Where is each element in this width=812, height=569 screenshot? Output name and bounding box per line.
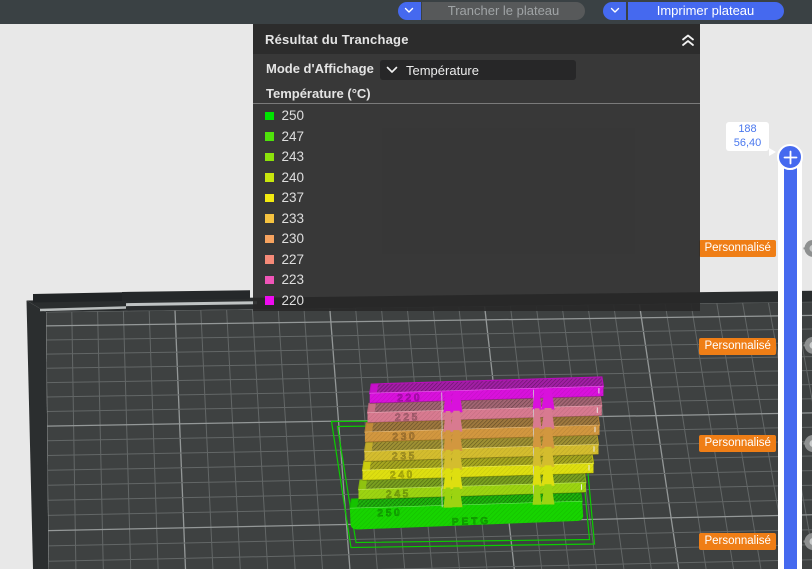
svg-text:235: 235 [392,450,417,463]
svg-text:225: 225 [395,411,420,424]
svg-text:PETG: PETG [452,516,492,528]
svg-text:240: 240 [390,469,415,482]
svg-text:220: 220 [397,392,422,405]
svg-text:250: 250 [377,507,402,520]
svg-text:230: 230 [392,431,417,444]
svg-text:245: 245 [386,488,411,501]
